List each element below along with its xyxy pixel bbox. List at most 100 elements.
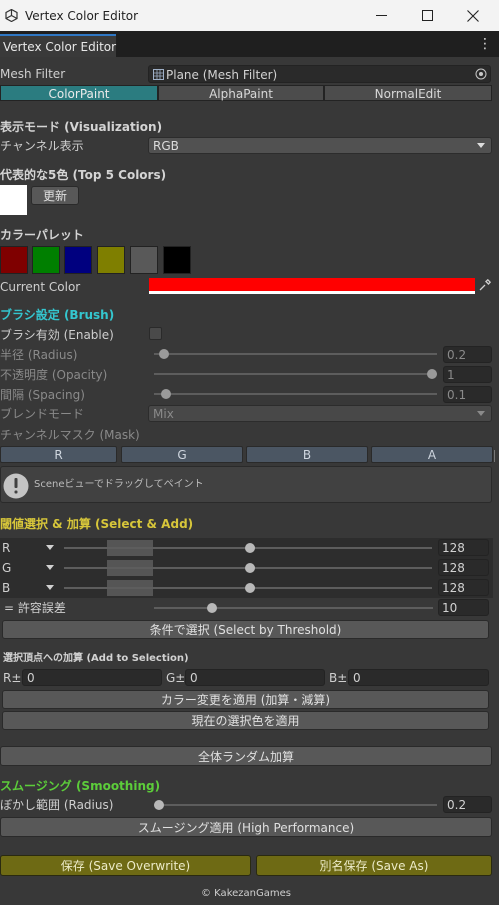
mask-channel-a[interactable]: A <box>371 446 493 463</box>
palette-swatch-olive[interactable] <box>97 246 125 274</box>
radius-slider-track[interactable] <box>154 353 437 355</box>
apply-current-selection-color-button[interactable]: 現在の選択色を適用 <box>2 711 489 730</box>
spacing-input[interactable]: 0.1 <box>443 386 492 403</box>
save-overwrite-button[interactable]: 保存 (Save Overwrite) <box>0 855 251 876</box>
brush-header: ブラシ設定 (Brush) <box>0 308 115 322</box>
threshold-r-slider-thumb[interactable] <box>245 543 255 553</box>
radius-input[interactable]: 0.2 <box>443 346 492 363</box>
current-color-field[interactable] <box>149 278 475 294</box>
close-icon <box>467 9 479 22</box>
threshold-b-slider-thumb[interactable] <box>245 583 255 593</box>
palette-swatch-black[interactable] <box>163 246 191 274</box>
top-colors-header: 代表的な5色 (Top 5 Colors) <box>0 168 167 182</box>
smoothing-apply-button[interactable]: スムージング適用 (High Performance) <box>0 817 492 837</box>
top-color-swatch <box>0 185 27 215</box>
random-add-all-button[interactable]: 全体ランダム加算 <box>0 746 492 766</box>
close-button[interactable] <box>450 0 496 31</box>
brush-enable-label: ブラシ有効 (Enable) <box>0 328 114 342</box>
tolerance-input[interactable]: 10 <box>438 599 489 616</box>
tolerance-slider-thumb[interactable] <box>207 603 217 613</box>
add-to-selection-header: 選択頂点への加算 (Add to Selection) <box>3 653 189 664</box>
object-picker-icon[interactable] <box>475 68 487 80</box>
threshold-b-label: B <box>2 581 11 595</box>
spacing-label: 間隔 (Spacing) <box>0 388 85 402</box>
maximize-icon <box>421 10 433 21</box>
mesh-filter-icon <box>153 69 164 80</box>
tab-alphapaint[interactable]: AlphaPaint <box>158 85 324 101</box>
channel-display-dropdown[interactable]: RGB <box>148 137 492 154</box>
unity-logo-icon <box>5 9 18 22</box>
add-b-label: B± <box>329 671 348 685</box>
chevron-down-icon <box>477 411 485 416</box>
smoothing-header: スムージング (Smoothing) <box>0 779 161 793</box>
window-title: Vertex Color Editor <box>25 9 139 23</box>
current-color-label: Current Color <box>0 280 81 294</box>
refresh-button[interactable]: 更新 <box>31 186 79 205</box>
visualization-header: 表示モード (Visualization) <box>0 120 163 134</box>
minimize-button[interactable] <box>358 0 404 31</box>
window-title-bar: Vertex Color Editor <box>0 0 499 31</box>
select-by-threshold-button[interactable]: 条件で選択 (Select by Threshold) <box>2 620 489 639</box>
hint-box: Sceneビューでドラッグしてペイント <box>0 466 492 503</box>
blend-mode-label: ブレンドモード <box>0 407 85 421</box>
threshold-g-foldout-icon[interactable] <box>46 565 54 570</box>
scroll-edge <box>494 450 498 462</box>
add-r-input[interactable]: 0 <box>22 669 162 686</box>
mesh-filter-value: Plane (Mesh Filter) <box>166 68 278 82</box>
palette-swatch-dark-red[interactable] <box>0 246 28 274</box>
palette-swatch-dark-green[interactable] <box>32 246 60 274</box>
channel-mask-label: チャンネルマスク (Mask) <box>0 428 140 442</box>
tab-colorpaint[interactable]: ColorPaint <box>0 85 158 101</box>
opacity-input[interactable]: 1 <box>443 366 492 383</box>
brush-enable-checkbox[interactable] <box>149 327 162 340</box>
apply-color-change-button[interactable]: カラー変更を適用 (加算・減算) <box>2 690 489 709</box>
radius-slider-thumb[interactable] <box>159 349 169 359</box>
opacity-slider-thumb[interactable] <box>427 369 437 379</box>
minimize-icon <box>375 15 387 16</box>
add-g-label: G± <box>166 671 186 685</box>
add-g-input[interactable]: 0 <box>185 669 325 686</box>
blend-mode-value: Mix <box>153 407 174 421</box>
threshold-r-foldout-icon[interactable] <box>46 545 54 550</box>
add-r-label: R± <box>3 671 22 685</box>
threshold-b-input[interactable]: 128 <box>438 579 489 596</box>
eyedropper-icon[interactable] <box>478 279 491 292</box>
palette-swatch-gray[interactable] <box>130 246 158 274</box>
channel-display-label: チャンネル表示 <box>0 139 84 153</box>
info-icon <box>3 473 29 499</box>
chevron-down-icon <box>477 143 485 148</box>
smoothing-radius-label: ぼかし範囲 (Radius) <box>0 798 114 812</box>
threshold-g-slider-thumb[interactable] <box>245 563 255 573</box>
maximize-button[interactable] <box>404 0 450 31</box>
tolerance-slider-track[interactable] <box>154 607 433 609</box>
mesh-filter-field[interactable]: Plane (Mesh Filter) <box>148 65 491 83</box>
smoothing-radius-input[interactable]: 0.2 <box>443 796 492 813</box>
add-b-input[interactable]: 0 <box>348 669 489 686</box>
smoothing-radius-slider-track[interactable] <box>154 804 437 806</box>
threshold-g-label: G <box>2 561 12 575</box>
threshold-r-input[interactable]: 128 <box>438 539 489 556</box>
threshold-b-foldout-icon[interactable] <box>46 585 54 590</box>
threshold-r-label: R <box>2 541 11 555</box>
spacing-slider-thumb[interactable] <box>161 389 171 399</box>
mask-channel-b[interactable]: B <box>246 446 368 463</box>
tab-normaledit[interactable]: NormalEdit <box>324 85 492 101</box>
channel-display-value: RGB <box>153 139 179 153</box>
opacity-slider-track[interactable] <box>154 373 437 375</box>
palette-swatch-dark-blue[interactable] <box>64 246 92 274</box>
mask-channel-r[interactable]: R <box>0 446 117 463</box>
tolerance-label: = 許容誤差 <box>4 601 66 615</box>
tab-vertex-color-editor[interactable]: Vertex Color Editor <box>0 34 116 57</box>
opacity-label: 不透明度 (Opacity) <box>0 368 108 382</box>
mesh-filter-label: Mesh Filter <box>0 67 66 81</box>
threshold-g-input[interactable]: 128 <box>438 559 489 576</box>
blend-mode-dropdown[interactable]: Mix <box>148 405 492 422</box>
smoothing-radius-slider-thumb[interactable] <box>154 800 164 810</box>
threshold-header: 閾値選択 & 加算 (Select & Add) <box>0 517 194 531</box>
tab-menu-icon[interactable]: ⋮ <box>478 36 492 52</box>
spacing-slider-track[interactable] <box>154 393 437 395</box>
save-as-button[interactable]: 別名保存 (Save As) <box>256 855 492 876</box>
mask-channel-g[interactable]: G <box>121 446 243 463</box>
radius-label: 半径 (Radius) <box>0 348 78 362</box>
footer-copyright: © KakezanGames <box>201 888 291 899</box>
